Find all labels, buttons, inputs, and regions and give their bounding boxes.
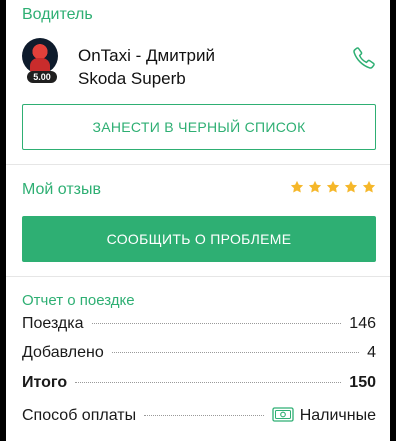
report-row-total: Итого 150 <box>22 374 376 396</box>
star-icon[interactable] <box>362 180 376 194</box>
report-row-label: Итого <box>22 374 68 391</box>
driver-card: 5.00 OnTaxi - Дмитрий Skoda Superb <box>22 38 376 90</box>
trip-report-title: Отчет о поездке <box>22 292 135 309</box>
driver-rating-badge: 5.00 <box>27 71 57 83</box>
section-divider <box>6 276 390 277</box>
report-row-added: Добавлено 4 <box>22 344 376 366</box>
payment-method-label: Способ оплаты <box>22 407 137 424</box>
car-model: Skoda Superb <box>78 69 186 88</box>
star-icon[interactable] <box>308 180 322 194</box>
trip-details-panel: Водитель 5.00 OnTaxi - Дмитрий Skoda Sup… <box>6 0 390 441</box>
section-divider <box>6 164 390 165</box>
report-row-trip: Поездка 146 <box>22 315 376 337</box>
review-title: Мой отзыв <box>22 181 101 198</box>
star-icon[interactable] <box>344 180 358 194</box>
report-row-label: Добавлено <box>22 344 104 361</box>
driver-name: OnTaxi - Дмитрий <box>78 46 215 65</box>
dotted-leader <box>111 352 360 353</box>
driver-section-title: Водитель <box>22 6 93 23</box>
report-row-label: Поездка <box>22 315 84 332</box>
dotted-leader <box>75 382 342 383</box>
payment-method-value: Наличные <box>299 407 376 424</box>
report-row-value: 150 <box>349 374 376 391</box>
phone-icon[interactable] <box>352 46 376 70</box>
report-row-value: 4 <box>367 344 376 361</box>
rating-stars[interactable] <box>290 180 376 194</box>
report-row-payment: Способ оплаты Наличные <box>22 405 376 427</box>
report-problem-button[interactable]: СООБЩИТЬ О ПРОБЛЕМЕ <box>22 216 376 262</box>
star-icon[interactable] <box>290 180 304 194</box>
report-row-value: 146 <box>349 315 376 332</box>
avatar <box>22 38 58 74</box>
dotted-leader <box>144 415 264 416</box>
cash-icon <box>272 407 294 422</box>
dotted-leader <box>91 323 342 324</box>
window-frame-right <box>390 0 396 441</box>
star-icon[interactable] <box>326 180 340 194</box>
blacklist-button[interactable]: ЗАНЕСТИ В ЧЕРНЫЙ СПИСОК <box>22 104 376 150</box>
